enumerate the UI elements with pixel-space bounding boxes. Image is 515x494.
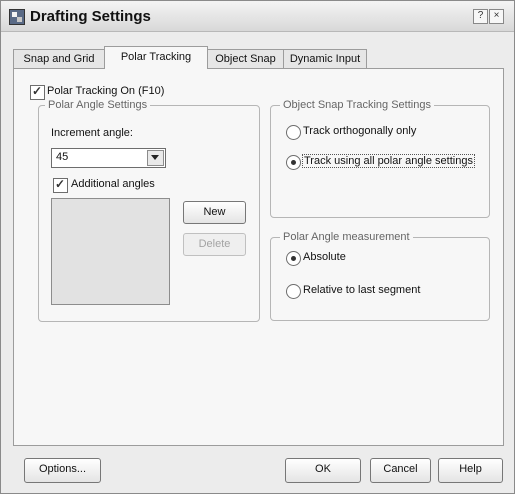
additional-angles-checkbox[interactable] [53, 177, 68, 193]
track-all-polar-radio[interactable] [286, 155, 301, 170]
polar-angle-measurement-group [270, 237, 490, 321]
title-help-button[interactable]: ? [473, 9, 488, 24]
polar-angle-measurement-title: Polar Angle measurement [280, 231, 413, 243]
tab-polar-tracking[interactable]: Polar Tracking [104, 46, 208, 69]
title-bar: Drafting Settings ? × [1, 1, 514, 32]
relative-last-segment-radio[interactable] [286, 284, 301, 299]
tab-snap-and-grid[interactable]: Snap and Grid [13, 49, 105, 68]
chevron-down-icon [151, 155, 159, 160]
dialog-title: Drafting Settings [30, 8, 151, 25]
additional-angles-label: Additional angles [71, 178, 155, 190]
track-orthogonally-label: Track orthogonally only [303, 125, 417, 137]
increment-angle-select[interactable]: 45 [51, 148, 166, 168]
increment-angle-label: Increment angle: [51, 127, 133, 139]
polar-tracking-on-checkbox[interactable] [30, 84, 45, 100]
new-angle-button[interactable]: New [183, 201, 246, 224]
drafting-settings-app-icon [9, 9, 25, 25]
cancel-button[interactable]: Cancel [370, 458, 431, 483]
absolute-label: Absolute [303, 251, 346, 263]
increment-angle-value: 45 [56, 151, 69, 163]
help-button[interactable]: Help [438, 458, 503, 483]
relative-last-segment-label: Relative to last segment [303, 284, 421, 296]
additional-angles-list[interactable] [51, 198, 170, 305]
options-button[interactable]: Options... [24, 458, 101, 483]
tab-object-snap[interactable]: Object Snap [207, 49, 284, 68]
close-button[interactable]: × [489, 9, 504, 24]
ok-button[interactable]: OK [285, 458, 361, 483]
polar-tracking-on-label: Polar Tracking On (F10) [47, 85, 165, 97]
drafting-settings-dialog: Drafting Settings ? × Snap and Grid Pola… [0, 0, 515, 494]
absolute-radio[interactable] [286, 251, 301, 266]
object-snap-tracking-title: Object Snap Tracking Settings [280, 99, 434, 111]
increment-angle-dropdown-button[interactable] [147, 150, 164, 166]
polar-angle-settings-title: Polar Angle Settings [45, 99, 151, 111]
track-orthogonally-radio[interactable] [286, 125, 301, 140]
delete-angle-button[interactable]: Delete [183, 233, 246, 256]
track-all-polar-label: Track using all polar angle settings [302, 154, 475, 168]
tab-strip: Snap and Grid Polar Tracking Object Snap… [13, 46, 503, 69]
tab-dynamic-input[interactable]: Dynamic Input [283, 49, 367, 68]
